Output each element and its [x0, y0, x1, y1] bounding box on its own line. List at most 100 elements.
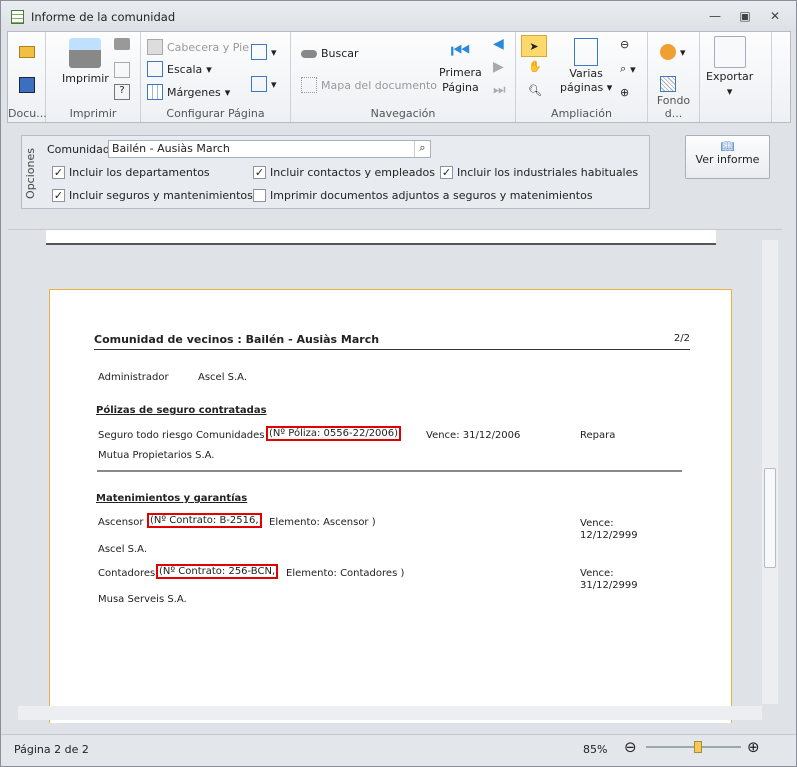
folder-icon — [19, 46, 35, 58]
view-report-label: Ver informe — [695, 153, 760, 166]
admin-label: Administrador — [98, 372, 169, 383]
zoom-out-button[interactable]: ⊖ — [624, 738, 637, 756]
checkbox-contacts[interactable]: ✓ Incluir contactos y empleados — [253, 166, 435, 179]
last-page-button[interactable]: ⏭ — [493, 82, 506, 98]
divider — [97, 470, 682, 472]
hand-icon: ✋ — [528, 60, 542, 73]
admin-value: Ascel S.A. — [198, 372, 248, 383]
maintenance-name: Ascensor — [98, 517, 144, 528]
vertical-scrollbar[interactable] — [762, 240, 778, 704]
multiple-pages-label: Varias — [569, 67, 603, 80]
maintenance-element: Elemento: Ascensor ) — [269, 517, 376, 528]
zoom-slider-thumb[interactable] — [693, 741, 702, 753]
maintenance-company: Ascel S.A. — [98, 544, 148, 555]
report-page: Comunidad de vecinos : Bailén - Ausiàs M… — [49, 289, 732, 723]
insurance-expiry: Vence: 31/12/2006 — [426, 430, 521, 441]
page-color-button[interactable]: ▾ — [660, 44, 686, 60]
document-map-button[interactable]: Mapa del documento — [301, 77, 437, 93]
zoom-tool-button[interactable]: 🔍︎ — [528, 84, 542, 97]
options-label: Opciones — [24, 148, 37, 199]
zoom-slider[interactable] — [646, 741, 741, 753]
checkbox-insurance[interactable]: ✓ Incluir seguros y mantenimientos — [52, 189, 253, 202]
first-page-button[interactable]: ⏮ Primera Página — [439, 39, 482, 95]
search-community-button[interactable]: ⌕ — [414, 141, 430, 157]
page-setup-icon — [114, 62, 130, 78]
binoculars-icon — [301, 49, 317, 58]
contract-number: (Nº Contrato: 256-BCN, — [156, 564, 279, 579]
minimize-button[interactable]: — — [707, 9, 723, 23]
checkbox-attachments[interactable]: Imprimir documentos adjuntos a seguros y… — [253, 189, 593, 202]
title-bar: Informe de la comunidad — ▣ ✕ — [1, 1, 796, 31]
next-page-button[interactable]: ▶ — [493, 59, 504, 75]
scale-button[interactable]: Escala ▾ — [147, 61, 212, 77]
minus-circle-icon: ⊖ — [624, 738, 637, 756]
open-button[interactable] — [19, 46, 35, 58]
horizontal-scrollbar[interactable] — [18, 706, 762, 720]
group-label: Fondo d... — [656, 94, 691, 120]
multiple-pages-label-2-text: páginas — [560, 81, 604, 94]
checkbox-departments[interactable]: ✓ Incluir los departamentos — [52, 166, 210, 179]
triangle-right-icon: ▶ — [493, 59, 504, 75]
last-page-icon: ⏭ — [493, 82, 506, 98]
previous-page-button[interactable]: ◀ — [493, 36, 504, 52]
paint-bucket-icon — [660, 44, 676, 60]
group-document: Docu... — [8, 32, 47, 122]
search-button[interactable]: Buscar — [301, 47, 359, 60]
checkbox-industrials[interactable]: ✓ Incluir los industriales habituales — [440, 166, 638, 179]
view-report-button[interactable]: 📖︎ Ver informe — [685, 135, 770, 179]
report-header: Comunidad de vecinos : Bailén - Ausiàs M… — [94, 333, 690, 350]
restore-button[interactable]: ▣ — [737, 9, 753, 23]
pointer-tool-button[interactable]: ➤ — [521, 35, 547, 57]
export-icon — [713, 36, 746, 68]
plus-circle-icon: ⊕ — [747, 738, 760, 756]
scrollbar-thumb[interactable] — [764, 468, 776, 568]
insurance-name: Seguro todo riesgo Comunidades — [98, 430, 265, 441]
checkbox-label: Imprimir documentos adjuntos a seguros y… — [270, 189, 593, 202]
close-button[interactable]: ✕ — [767, 9, 783, 23]
help-button[interactable]: ? — [114, 84, 130, 100]
first-page-icon: ⏮ — [450, 39, 471, 64]
checkbox-label: Incluir los industriales habituales — [457, 166, 639, 179]
expiry-date: 12/12/2999 — [580, 530, 638, 541]
insurance-company: Mutua Propietarios S.A. — [98, 450, 215, 461]
export-label: Exportar — [706, 70, 754, 83]
group-label: Configurar Página — [166, 107, 265, 120]
group-page-setup: Cabecera y Pie Escala ▾ Márgenes ▾ ▾ ▾ C… — [141, 32, 291, 122]
hand-tool-button[interactable]: ✋ — [528, 60, 542, 73]
header-footer-button[interactable]: Cabecera y Pie — [147, 39, 249, 55]
export-button[interactable]: Exportar ▾ — [706, 36, 753, 98]
zoom-in-icon: ⊕ — [620, 86, 630, 99]
zoom-out-button[interactable]: ⊖ — [620, 38, 629, 51]
group-label: Ampliación — [551, 107, 612, 120]
group-label: Navegación — [370, 107, 436, 120]
first-page-label: Primera — [439, 66, 482, 79]
checkbox-box[interactable]: ✓ — [52, 189, 65, 202]
margins-button[interactable]: Márgenes ▾ — [147, 84, 230, 100]
zoom-icon: ⌕ — [620, 62, 627, 75]
checkbox-box[interactable]: ✓ — [440, 166, 453, 179]
quick-print-button[interactable] — [114, 38, 130, 50]
report-window: Informe de la comunidad — ▣ ✕ Docu... Im… — [0, 0, 797, 767]
checkbox-box[interactable]: ✓ — [253, 166, 266, 179]
page-setup-button[interactable] — [114, 62, 130, 78]
policy-number: (Nº Póliza: 0556-22/2006) — [266, 426, 402, 441]
zoom-in-button[interactable]: ⊕ — [747, 738, 760, 756]
options-panel: Opciones Comunidad: Bailén - Ausiàs Marc… — [21, 135, 650, 209]
community-input[interactable]: Bailén - Ausiàs March — [108, 140, 431, 158]
checkbox-box[interactable] — [253, 189, 266, 202]
previous-page-bottom — [46, 230, 716, 243]
orientation-button[interactable]: ▾ — [251, 44, 277, 60]
report-viewer: Comunidad de vecinos : Bailén - Ausiàs M… — [8, 229, 782, 723]
save-button[interactable] — [19, 77, 35, 93]
watermark-button[interactable] — [660, 76, 676, 92]
multiple-pages-label-2: páginas ▾ — [560, 81, 613, 94]
multiple-pages-button[interactable]: Varias páginas ▾ — [560, 38, 612, 94]
page-size-button[interactable]: ▾ — [251, 76, 277, 92]
checkbox-label: Incluir seguros y mantenimientos — [69, 189, 253, 202]
zoom-button[interactable]: ⌕ ▾ — [620, 62, 636, 76]
print-button[interactable]: Imprimir — [62, 38, 109, 85]
scale-label: Escala — [167, 62, 203, 76]
checkbox-box[interactable]: ✓ — [52, 166, 65, 179]
zoom-in-button[interactable]: ⊕ — [620, 86, 629, 99]
expiry-label: Vence: — [580, 518, 614, 529]
